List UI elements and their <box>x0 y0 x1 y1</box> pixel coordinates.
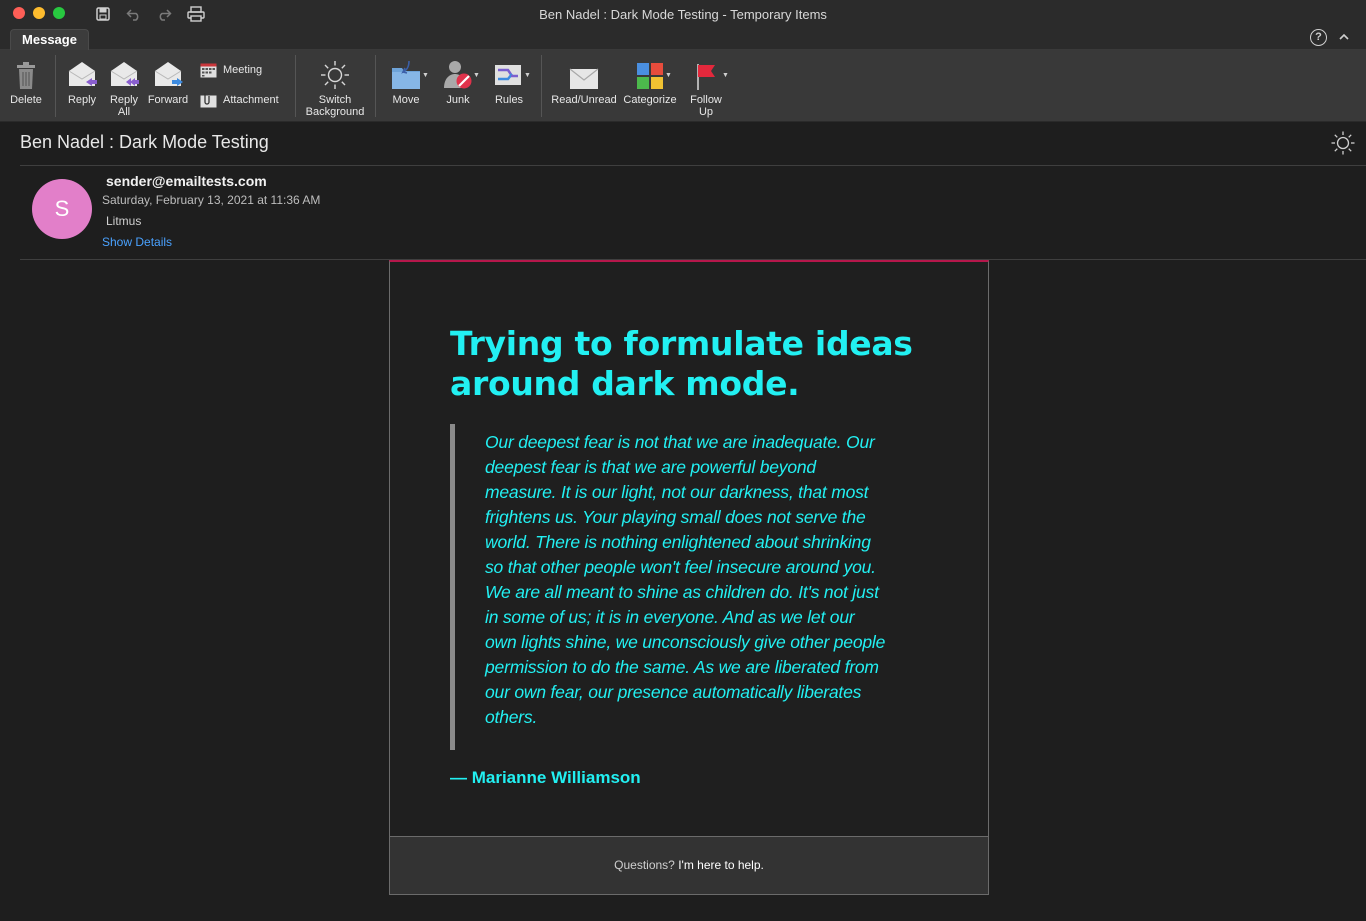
chevron-down-icon: ▼ <box>665 72 672 79</box>
footer-question: Questions? <box>614 858 675 872</box>
email-body: Trying to formulate ideas around dark mo… <box>389 260 989 837</box>
message-date: Saturday, February 13, 2021 at 11:36 AM <box>102 193 321 207</box>
email-headline: Trying to formulate ideas around dark mo… <box>450 324 913 403</box>
show-details-link[interactable]: Show Details <box>102 235 172 249</box>
read-unread-button[interactable]: Read/Unread <box>549 56 619 106</box>
ribbon-separator <box>375 55 376 117</box>
rules-button[interactable]: ▼ Rules <box>489 56 531 106</box>
flag-icon <box>688 56 724 90</box>
ribbon-toolbar: Delete Reply Reply All Forward Meeting A… <box>0 50 1366 122</box>
ribbon-separator <box>295 55 296 117</box>
chevron-down-icon: ▼ <box>524 72 531 79</box>
reply-icon <box>62 56 102 90</box>
tab-message[interactable]: Message <box>10 29 89 50</box>
folder-move-icon <box>386 56 426 90</box>
sun-icon <box>302 56 368 90</box>
ribbon-separator <box>541 55 542 117</box>
switch-background-sun-icon[interactable] <box>1331 131 1355 155</box>
sender-address[interactable]: sender@emailtests.com <box>106 173 267 189</box>
email-footer: Questions? I'm here to help. <box>389 836 989 895</box>
reply-button[interactable]: Reply <box>62 56 102 106</box>
forward-icon <box>146 56 190 90</box>
help-link[interactable]: I'm here to help. <box>678 858 764 872</box>
collapse-ribbon-icon[interactable] <box>1337 30 1351 44</box>
delete-button[interactable]: Delete <box>8 56 44 106</box>
reply-all-button[interactable]: Reply All <box>104 56 144 118</box>
move-button[interactable]: ▼ Move <box>386 56 429 106</box>
envelope-icon <box>549 56 619 90</box>
attachment-button[interactable]: Attachment <box>200 92 279 108</box>
switch-background-button[interactable]: Switch Background <box>302 56 368 118</box>
blockquote-bar <box>450 424 455 750</box>
junk-button[interactable]: ▼ Junk <box>438 56 480 106</box>
forward-button[interactable]: Forward <box>146 56 190 106</box>
paperclip-icon <box>200 93 217 108</box>
chevron-down-icon: ▼ <box>473 72 480 79</box>
trash-icon <box>8 56 44 90</box>
chevron-down-icon: ▼ <box>422 72 429 79</box>
avatar: S <box>32 179 92 239</box>
ribbon-separator <box>55 55 56 117</box>
calendar-icon <box>200 63 217 78</box>
rules-icon <box>489 56 529 90</box>
meeting-button[interactable]: Meeting <box>200 62 262 78</box>
blockquote: Our deepest fear is not that we are inad… <box>485 432 886 727</box>
junk-icon <box>438 56 478 90</box>
divider <box>20 165 1366 166</box>
quote-attribution: — Marianne Williamson <box>450 768 641 787</box>
reply-all-icon <box>104 56 144 90</box>
window-title: Ben Nadel : Dark Mode Testing - Temporar… <box>539 7 827 22</box>
message-subject: Ben Nadel : Dark Mode Testing <box>20 132 269 152</box>
title-bar: Ben Nadel : Dark Mode Testing - Temporar… <box>0 0 1366 28</box>
chevron-down-icon: ▼ <box>722 72 729 79</box>
categorize-button[interactable]: ▼ Categorize <box>621 56 679 106</box>
recipient[interactable]: Litmus <box>106 214 141 228</box>
help-icon[interactable]: ? <box>1310 29 1327 46</box>
ribbon-tab-strip: Message ? <box>0 28 1366 50</box>
follow-up-button[interactable]: ▼ Follow Up <box>688 56 729 118</box>
